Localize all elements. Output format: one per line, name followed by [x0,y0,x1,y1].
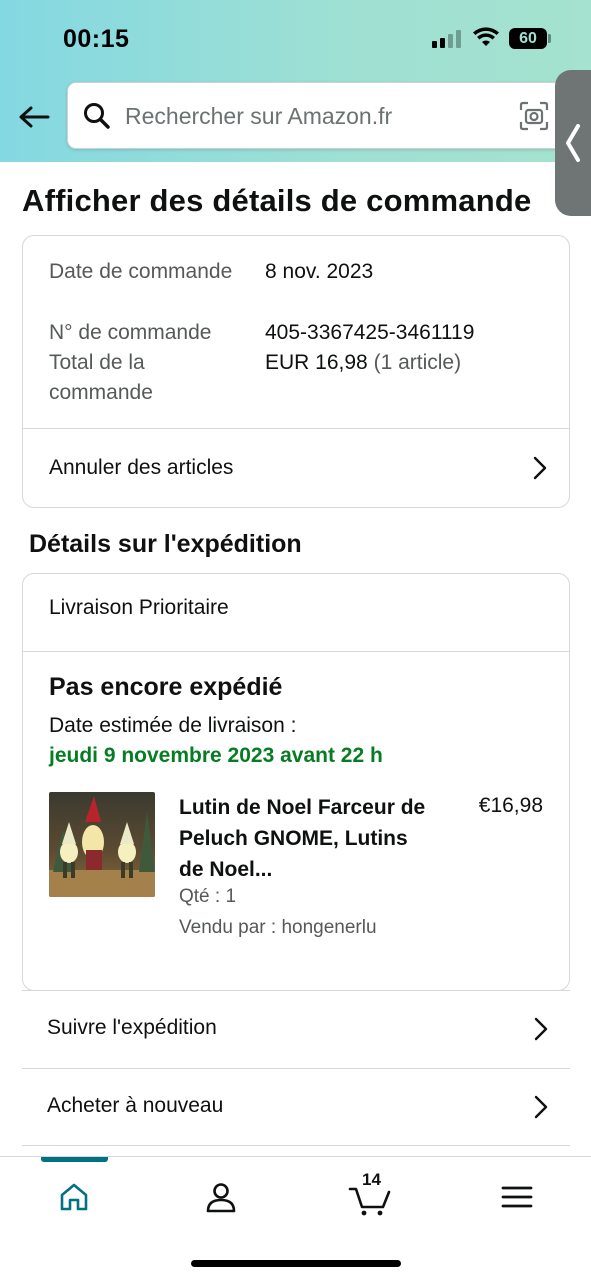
battery-cap [548,34,551,43]
side-panel-handle[interactable] [555,70,591,216]
camera-icon[interactable] [518,100,550,132]
order-number-value: 405-3367425-3461119 [265,321,475,344]
buy-again-label: Acheter à nouveau [47,1094,224,1117]
search-placeholder: Rechercher sur Amazon.fr [125,103,393,129]
track-shipment-label: Suivre l'expédition [47,1016,217,1039]
eta-label: Date estimée de livraison : [49,714,297,737]
shipping-method: Livraison Prioritaire [49,596,229,619]
chevron-right-icon [533,456,547,480]
track-shipment-row[interactable]: Suivre l'expédition [22,990,570,1068]
battery-level: 60 [509,28,547,49]
home-icon[interactable] [54,1177,94,1217]
wifi-icon [473,27,499,46]
order-date-value: 8 nov. 2023 [265,260,374,283]
chevron-right-icon [534,1095,548,1119]
divider [23,651,569,652]
shipment-status: Pas encore expédié [49,673,283,701]
shipping-section-title: Détails sur l'expédition [29,530,302,558]
search-icon [84,103,110,129]
active-tab-indicator [41,1157,108,1162]
cancel-items-label: Annuler des articles [49,456,234,479]
order-number-label: N° de commande [49,321,212,344]
order-total-value: EUR 16,98 (1 article) [265,348,461,378]
back-arrow-icon [19,106,50,128]
product-image[interactable] [49,792,155,897]
product-quantity: Qté : 1 [179,886,237,907]
order-date-label: Date de commande [49,260,233,283]
product-price: €16,98 [478,794,543,817]
chevron-left-icon [566,124,580,162]
home-indicator [191,1260,401,1267]
product-seller: Vendu par : hongenerlu [179,917,377,938]
order-total-amount: EUR 16,98 [265,351,368,374]
order-total-items: (1 article) [373,351,462,374]
status-time: 00:15 [63,25,130,53]
product-thumbnail-illustration [49,796,155,897]
account-icon[interactable] [201,1177,241,1217]
page-title: Afficher des détails de commande [22,183,532,218]
order-summary-card: Date de commande 8 nov. 2023 N° de comma… [22,235,570,508]
cancel-items-row[interactable]: Annuler des articles [23,429,569,507]
shipment-card: Livraison Prioritaire Pas encore expédié… [22,573,570,991]
product-title[interactable]: Lutin de Noel Farceur de Peluch GNOME, L… [179,792,429,885]
buy-again-row[interactable]: Acheter à nouveau [22,1068,570,1146]
cart-count-badge: 14 [362,1170,381,1189]
search-input[interactable]: Rechercher sur Amazon.fr [67,82,567,149]
eta-date: jeudi 9 novembre 2023 avant 22 h [49,744,383,767]
menu-icon[interactable] [497,1177,537,1217]
signal-icon [432,30,464,48]
chevron-right-icon [534,1017,548,1041]
order-total-label: Total de la commande [49,351,153,404]
back-button[interactable] [16,100,52,134]
